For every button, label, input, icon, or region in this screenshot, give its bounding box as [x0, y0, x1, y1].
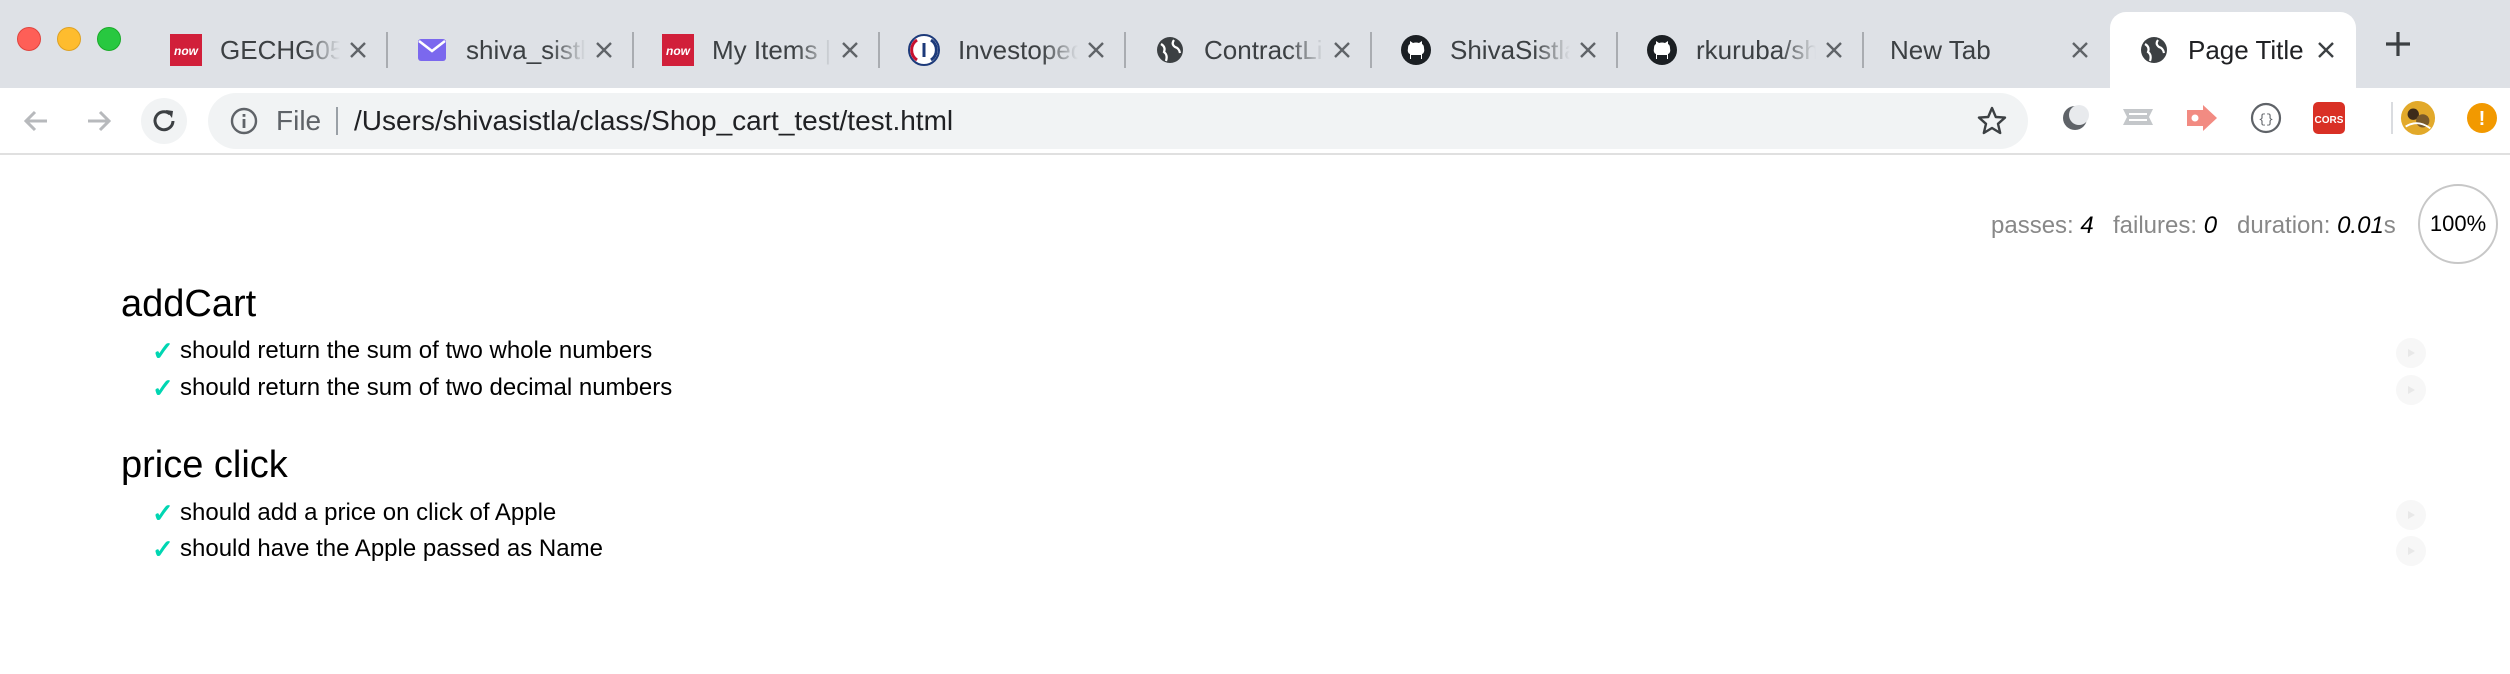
mail-envelope-icon — [416, 34, 448, 66]
stat-failures-label: failures: — [2113, 212, 2198, 239]
tab-title: New Tab — [1890, 35, 1991, 65]
reload-icon[interactable] — [141, 98, 187, 144]
moon-extension-icon[interactable] — [2057, 100, 2093, 136]
stat-duration-unit: s — [2383, 212, 2396, 239]
close-tab-icon[interactable] — [1574, 36, 1602, 64]
alert-extension-icon[interactable]: ! — [2464, 100, 2500, 136]
tab-new-tab[interactable]: New Tab — [1864, 12, 2110, 88]
pass-check-icon: ✓ — [152, 534, 174, 564]
stat-duration: duration: 0.01s — [2237, 208, 2396, 244]
tab-my-items[interactable]: now My Items | — [634, 12, 880, 88]
info-icon[interactable] — [230, 107, 258, 135]
stat-passes[interactable]: passes: 4 — [1991, 208, 2094, 244]
arrow-extension-icon[interactable] — [2184, 100, 2220, 136]
cors-label: CORS — [2315, 115, 2344, 126]
alert-label: ! — [2479, 108, 2486, 130]
investopedia-icon — [908, 34, 940, 66]
stat-failures[interactable]: failures: 0 — [2113, 208, 2217, 244]
suite-title-addcart[interactable]: addCart — [121, 282, 256, 326]
window-close-button[interactable] — [17, 27, 41, 51]
test-title[interactable]: should add a price on click of Apple — [180, 496, 556, 530]
progress-ring: 100% — [2418, 184, 2498, 264]
servicenow-now-icon: now — [170, 34, 202, 66]
close-tab-icon[interactable] — [344, 36, 372, 64]
tab-title: Investopedia — [958, 35, 1078, 65]
forward-arrow-icon[interactable] — [76, 98, 122, 144]
tab-title: My Items | — [712, 35, 832, 65]
braces-extension-icon[interactable]: {} — [2248, 100, 2284, 136]
tab-rkuruba-github[interactable]: rkuruba/sh — [1618, 12, 1864, 88]
new-tab-plus-icon[interactable] — [2380, 26, 2416, 62]
test-title[interactable]: should return the sum of two whole numbe… — [180, 334, 652, 368]
svg-text:now: now — [666, 44, 691, 58]
tab-contractli[interactable]: ContractLi — [1126, 12, 1372, 88]
github-icon — [1646, 34, 1678, 66]
tab-title: ContractLi — [1204, 35, 1323, 65]
stat-duration-value: 0.01 — [2337, 212, 2384, 239]
stat-duration-label: duration: — [2237, 212, 2331, 239]
replay-icon[interactable] — [2396, 338, 2426, 368]
tab-investopedia[interactable]: Investopedia — [880, 12, 1126, 88]
close-tab-icon[interactable] — [2066, 36, 2094, 64]
scheme-label: File — [276, 105, 322, 136]
progress-percent: 100% — [2429, 211, 2487, 236]
tab-shivasistla-github[interactable]: ShivaSistla — [1372, 12, 1618, 88]
close-tab-icon[interactable] — [1328, 36, 1356, 64]
close-tab-icon[interactable] — [836, 36, 864, 64]
suite-title-price-click[interactable]: price click — [121, 443, 288, 487]
stat-failures-value: 0 — [2203, 212, 2218, 239]
close-tab-icon[interactable] — [2312, 36, 2340, 64]
servicenow-now-icon: now — [662, 34, 694, 66]
url-text[interactable]: /Users/shivasistla/class/Shop_cart_test/… — [354, 105, 953, 137]
pass-check-icon: ✓ — [152, 498, 174, 528]
close-tab-icon[interactable] — [1820, 36, 1848, 64]
back-arrow-icon[interactable] — [13, 98, 59, 144]
tab-title: ShivaSistla — [1450, 35, 1570, 65]
omnibox-divider — [336, 107, 338, 135]
pass-check-icon: ✓ — [152, 336, 174, 366]
window-maximize-button[interactable] — [97, 27, 121, 51]
tab-title: shiva_sistla — [466, 35, 586, 65]
pass-check-icon: ✓ — [152, 373, 174, 403]
svg-text:{}: {} — [2258, 112, 2274, 127]
test-title[interactable]: should have the Apple passed as Name — [180, 532, 603, 566]
close-tab-icon[interactable] — [1082, 36, 1110, 64]
globe-icon — [1154, 34, 1186, 66]
tab-strip: now GECHG05 shiva_sistla now My Items | — [0, 0, 2510, 88]
avatar-extension-icon[interactable] — [2400, 100, 2436, 136]
tab-title: rkuruba/sh — [1696, 35, 1816, 65]
svg-text:now: now — [174, 44, 199, 58]
ribbon-extension-icon[interactable] — [2120, 100, 2156, 136]
close-tab-icon[interactable] — [590, 36, 618, 64]
tab-page-title[interactable]: Page Title — [2110, 12, 2356, 88]
tab-shiva-sistla-mail[interactable]: shiva_sistla — [388, 12, 634, 88]
cors-extension-icon[interactable]: CORS — [2311, 100, 2347, 136]
test-title[interactable]: should return the sum of two decimal num… — [180, 371, 672, 405]
stat-passes-value: 4 — [2080, 212, 2094, 239]
globe-icon — [2138, 34, 2170, 66]
stat-passes-label: passes: — [1991, 212, 2074, 239]
replay-icon[interactable] — [2396, 536, 2426, 566]
bookmark-star-icon[interactable] — [1976, 105, 2008, 137]
tab-title: GECHG05 — [220, 35, 340, 65]
github-icon — [1400, 34, 1432, 66]
replay-icon[interactable] — [2396, 375, 2426, 405]
toolbar-bottom-border — [0, 153, 2510, 155]
replay-icon[interactable] — [2396, 500, 2426, 530]
window-minimize-button[interactable] — [57, 27, 81, 51]
address-bar[interactable]: File /Users/shivasistla/class/Shop_cart_… — [208, 93, 2028, 149]
tab-gechg05[interactable]: now GECHG05 — [142, 12, 388, 88]
